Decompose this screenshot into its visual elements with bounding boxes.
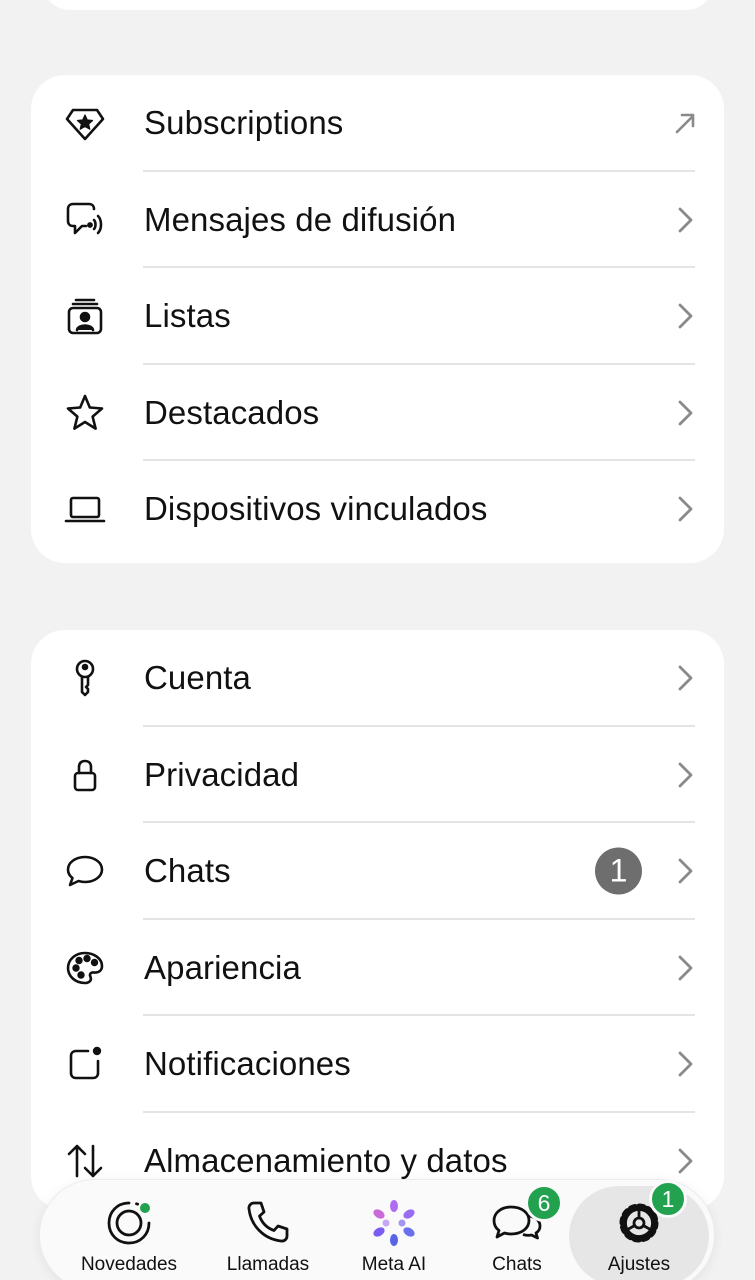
tab-calls[interactable]: Llamadas (203, 1180, 333, 1280)
privacy-label: Privacidad (144, 755, 300, 793)
tools-section-card: Subscriptions Mensajes de difusión Lista… (31, 75, 724, 563)
appearance-row[interactable]: Apariencia (31, 920, 724, 1016)
tab-settings-label: Ajustes (607, 1254, 671, 1275)
appearance-label: Apariencia (144, 948, 301, 986)
tab-chats-label: Chats (492, 1254, 542, 1275)
chevron-right-icon (674, 663, 696, 693)
subscriptions-row[interactable]: Subscriptions (31, 75, 724, 172)
external-arrow-icon (674, 108, 696, 138)
broadcast-message-icon (62, 197, 108, 243)
starred-row[interactable]: Destacados (31, 365, 724, 461)
chevron-right-icon (674, 1049, 696, 1079)
palette-icon (62, 945, 108, 991)
account-label: Cuenta (144, 659, 252, 697)
broadcast-messages-row[interactable]: Mensajes de difusión (31, 172, 724, 268)
tab-settings[interactable]: 1 Ajustes (569, 1180, 709, 1280)
up-down-arrows-icon (62, 1138, 108, 1184)
tab-chats[interactable]: 6 Chats (452, 1180, 582, 1280)
laptop-icon (62, 486, 108, 532)
chats-bubbles-icon: 6 (491, 1184, 563, 1248)
lists-label: Listas (144, 297, 231, 335)
chevron-right-icon (674, 205, 696, 235)
settings-badge: 1 (649, 1180, 687, 1218)
chats-settings-label: Chats (144, 852, 231, 890)
tab-updates-label: Novedades (80, 1254, 178, 1275)
chats-unread-count-badge: 6 (525, 1184, 563, 1222)
notification-square-icon (62, 1041, 108, 1087)
linked-devices-label: Dispositivos vinculados (144, 490, 488, 528)
star-icon (62, 390, 108, 436)
chats-settings-row[interactable]: Chats 1 (31, 823, 724, 920)
updates-icon (103, 1198, 155, 1248)
lists-contact-card-icon (62, 293, 108, 339)
tab-meta-ai-label: Meta AI (361, 1254, 427, 1275)
chevron-right-icon (674, 953, 696, 983)
subscriptions-label: Subscriptions (144, 104, 344, 142)
tab-updates[interactable]: Novedades (64, 1180, 194, 1280)
updates-dot (138, 1201, 152, 1215)
chevron-right-icon (674, 1146, 696, 1176)
tab-meta-ai[interactable]: Meta AI (329, 1180, 459, 1280)
linked-devices-row[interactable]: Dispositivos vinculados (31, 461, 724, 558)
phone-icon (242, 1198, 294, 1248)
chevron-right-icon (674, 856, 696, 886)
lock-icon (62, 752, 108, 798)
notifications-label: Notificaciones (144, 1045, 351, 1083)
key-icon (62, 655, 108, 701)
notifications-row[interactable]: Notificaciones (31, 1016, 724, 1113)
settings-section-card: Cuenta Privacidad Chats 1 Apariencia Not… (31, 630, 724, 1210)
previous-section-card (42, 0, 714, 10)
starred-label: Destacados (144, 393, 320, 431)
subscriptions-diamond-star-icon (62, 100, 108, 146)
chats-unread-badge: 1 (595, 847, 642, 895)
chevron-right-icon (674, 301, 696, 331)
storage-data-label: Almacenamiento y datos (144, 1141, 508, 1179)
chevron-right-icon (674, 398, 696, 428)
broadcast-messages-label: Mensajes de difusión (144, 200, 457, 238)
privacy-row[interactable]: Privacidad (31, 727, 724, 823)
lists-row[interactable]: Listas (31, 268, 724, 365)
bottom-tab-bar: Novedades Llamadas Meta AI 6 Chats 1 Aju… (40, 1180, 714, 1280)
chevron-right-icon (674, 494, 696, 524)
tab-calls-label: Llamadas (226, 1254, 310, 1275)
settings-gear-icon: 1 (613, 1180, 687, 1248)
chevron-right-icon (674, 760, 696, 790)
account-row[interactable]: Cuenta (31, 630, 724, 727)
meta-ai-icon (368, 1198, 420, 1248)
chat-bubble-icon (62, 848, 108, 894)
